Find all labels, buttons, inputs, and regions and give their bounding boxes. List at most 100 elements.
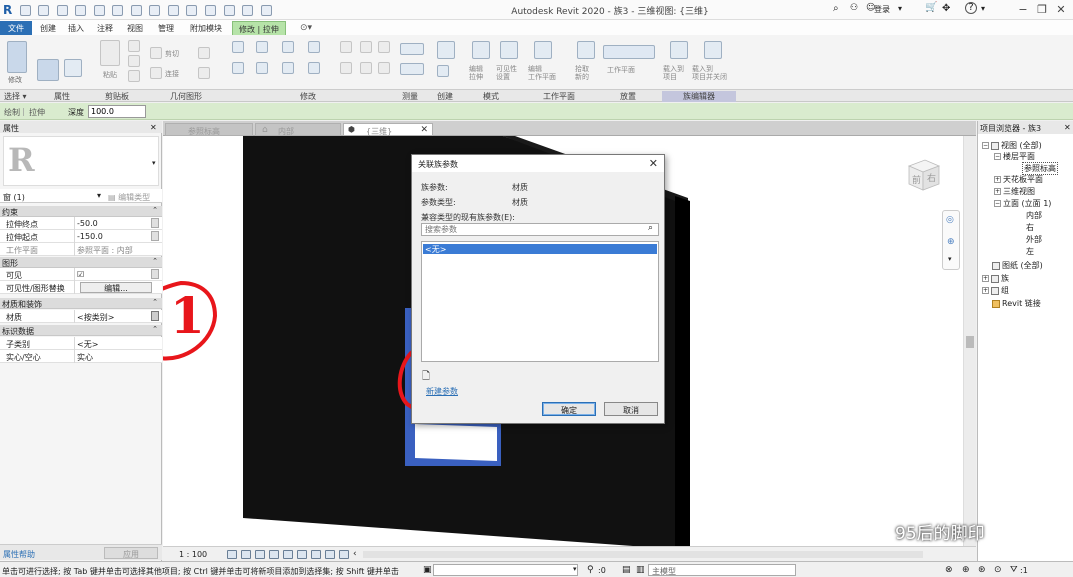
paste-icon[interactable] (100, 40, 120, 66)
help-icon[interactable]: ? (965, 2, 977, 14)
collapse-icon[interactable]: ⌃ (152, 206, 158, 214)
tag-icon[interactable] (149, 4, 161, 16)
dialog-close-icon[interactable]: ✕ (649, 157, 658, 170)
property-value[interactable]: -50.0 (77, 219, 98, 228)
temp-hide-icon[interactable] (325, 550, 335, 559)
delete-icon[interactable] (378, 62, 390, 74)
doc-tab-interior[interactable]: ⌂ 内部 (255, 123, 341, 136)
apply-button[interactable]: 应用 (104, 547, 158, 559)
minimize-icon[interactable]: − (1016, 3, 1030, 16)
property-row[interactable]: 拉伸终点 -50.0 (0, 217, 162, 230)
close-hidden-icon[interactable] (242, 4, 254, 16)
lock-view-icon[interactable] (311, 550, 321, 559)
tree-node-revit-links[interactable]: Revit 链接 (992, 298, 1041, 309)
collapse-icon[interactable]: ⌃ (152, 325, 158, 333)
property-row[interactable]: 材质 <按类别> (0, 310, 162, 323)
search-icon[interactable]: ⌕ (648, 223, 653, 233)
scale-icon[interactable] (378, 41, 390, 53)
visibility-settings-icon[interactable] (500, 41, 518, 59)
property-row[interactable]: 子类别 <无> (0, 337, 162, 350)
close-tab-icon[interactable]: ✕ (420, 125, 428, 135)
tab-view[interactable]: 视图 (121, 21, 149, 35)
tab-create[interactable]: 创建 (34, 21, 62, 35)
search-icon[interactable]: ⌕ (833, 3, 839, 14)
tree-node-3d-views[interactable]: + 三维视图 (994, 186, 1035, 197)
main-model-icon[interactable]: ▥ (636, 565, 645, 575)
scrollbar-thumb[interactable] (966, 336, 974, 348)
property-value[interactable]: <无> (77, 339, 98, 350)
show-crop-icon[interactable] (297, 550, 307, 559)
tree-node-exterior[interactable]: 外部 (1026, 234, 1042, 245)
crop-view-icon[interactable] (283, 550, 293, 559)
expand-toggle[interactable]: + (982, 287, 989, 294)
category-constraints[interactable]: 约束 ⌃ (0, 206, 162, 217)
exchange-icon[interactable]: ✥ (942, 3, 950, 14)
type-selector[interactable]: R ▾ (3, 136, 159, 186)
expand-toggle[interactable]: + (994, 188, 1001, 195)
measure-icon[interactable] (130, 4, 142, 16)
edit-extrusion-icon[interactable] (472, 41, 490, 59)
split-face-icon[interactable] (198, 47, 210, 59)
cancel-button[interactable]: 取消 (604, 402, 658, 416)
tree-node-views[interactable]: − 视图 (全部) (982, 140, 1042, 151)
select-by-face-icon[interactable]: ⊙ (994, 565, 1002, 575)
ok-button[interactable]: 确定 (542, 402, 596, 416)
property-value[interactable]: 实心 (77, 352, 93, 363)
expand-toggle[interactable]: + (982, 275, 989, 282)
properties-icon[interactable] (37, 59, 59, 81)
sun-path-icon[interactable] (255, 550, 265, 559)
tree-node-elevations[interactable]: − 立面 (立面 1) (994, 198, 1051, 209)
instance-filter-dropdown-icon[interactable]: ▾ (97, 191, 101, 200)
shadows-icon[interactable] (269, 550, 279, 559)
browser-close-icon[interactable]: ✕ (1064, 123, 1071, 132)
chevron-down-icon[interactable]: ▾ (898, 4, 902, 13)
category-graphics[interactable]: 图形 ⌃ (0, 257, 162, 268)
measure-tool-icon[interactable] (400, 43, 424, 55)
category-identity[interactable]: 标识数据 ⌃ (0, 325, 162, 336)
create-similar-icon[interactable] (437, 65, 449, 77)
revit-logo-icon[interactable]: R (3, 3, 17, 17)
set-work-plane-button[interactable] (603, 45, 655, 59)
select-pinned-icon[interactable]: ⊛ (978, 565, 986, 575)
collapse-icon[interactable]: ⌃ (152, 257, 158, 265)
modify-tool-icon[interactable] (7, 41, 27, 73)
save-icon[interactable] (38, 4, 50, 16)
expand-toggle[interactable]: + (994, 176, 1001, 183)
infocenter-icon[interactable]: ⚇ (850, 3, 858, 13)
tree-node-left[interactable]: 左 (1026, 246, 1034, 257)
tree-node-families[interactable]: + 族 (982, 273, 1009, 284)
view-scale[interactable]: 1 : 100 (179, 550, 207, 559)
login-link[interactable]: 登录 (874, 4, 890, 15)
doc-tab-ref-level[interactable]: 参照标高 (165, 123, 253, 136)
editing-requests-icon[interactable]: ⚲ (587, 565, 594, 575)
zoom-icon[interactable]: ⊕ (947, 237, 955, 247)
visible-checkbox[interactable]: ☑ (77, 270, 84, 279)
array-icon[interactable] (340, 62, 352, 74)
align-icon[interactable] (232, 41, 244, 53)
text-icon[interactable] (167, 4, 179, 16)
detail-level-icon[interactable] (227, 550, 237, 559)
panel-select[interactable]: 选择 ▾ (4, 91, 27, 102)
property-value[interactable]: -150.0 (77, 232, 103, 241)
new-param-icon[interactable]: 🗋 (422, 369, 430, 386)
redo-icon[interactable] (93, 4, 105, 16)
category-materials[interactable]: 材质和装饰 ⌃ (0, 298, 162, 309)
collapse-icon[interactable]: ⌃ (152, 298, 158, 306)
type-selector-dropdown-icon[interactable]: ▾ (152, 159, 156, 167)
edit-type-button[interactable]: ▤ 编辑类型 (108, 192, 150, 203)
design-option-icon[interactable]: ▤ (622, 565, 631, 575)
main-model-dropdown[interactable]: 主模型 (648, 564, 796, 576)
tree-node-floor-plans[interactable]: − 楼层平面 (994, 151, 1035, 162)
edit-work-plane-icon[interactable] (534, 41, 552, 59)
tab-insert[interactable]: 插入 (62, 21, 90, 35)
restore-icon[interactable]: ❐ (1035, 3, 1049, 16)
rotate-icon[interactable] (282, 62, 294, 74)
move-icon[interactable] (232, 62, 244, 74)
section-icon[interactable] (205, 4, 217, 16)
filter-icon[interactable]: ⛛ (1010, 565, 1018, 575)
join-geometry-icon[interactable] (150, 67, 162, 79)
copy-icon[interactable] (128, 55, 140, 67)
match-icon[interactable] (128, 70, 140, 82)
search-params-input[interactable] (421, 223, 659, 236)
tree-node-right[interactable]: 右 (1026, 222, 1034, 233)
